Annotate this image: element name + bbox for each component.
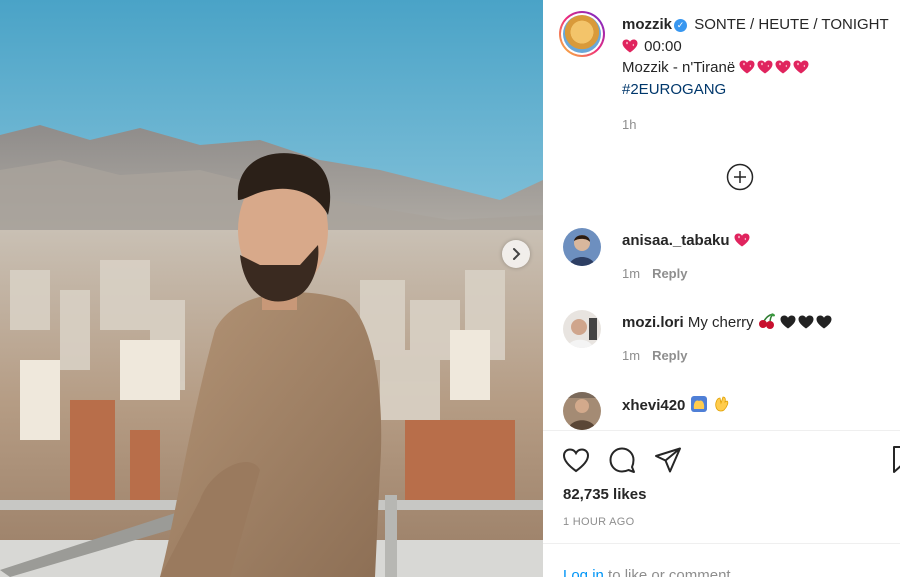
comment-item: anisaa._tabaku 1m Reply xyxy=(543,228,900,298)
sparkling-heart-icon xyxy=(757,60,773,74)
waving-hand-icon xyxy=(715,396,728,412)
commenter-avatar[interactable] xyxy=(563,392,601,430)
plus-circle-icon[interactable] xyxy=(726,163,754,191)
login-link[interactable]: Log in xyxy=(563,567,604,577)
author-avatar[interactable] xyxy=(559,11,605,57)
commenter-username[interactable]: anisaa._tabaku xyxy=(622,232,730,249)
post-timestamp: 1 HOUR AGO xyxy=(563,516,635,528)
comment-time: 1m xyxy=(622,266,641,281)
comment-text: mozi.lori My cherry xyxy=(622,313,834,333)
verified-badge-icon: ✓ xyxy=(674,19,688,32)
hashtag-link[interactable]: #2EUROGANG xyxy=(622,81,726,98)
post-caption: mozzik ✓ SONTE / HEUTE / TONIGHT 00:00 Mo… xyxy=(622,14,900,100)
reply-button[interactable]: Reply xyxy=(652,266,687,281)
sparkling-heart-icon xyxy=(739,60,755,74)
comment-item: mozi.lori My cherry 1m Reply xyxy=(543,310,900,380)
cherries-icon xyxy=(758,313,775,329)
reply-button[interactable]: Reply xyxy=(652,348,687,363)
commenter-avatar[interactable] xyxy=(563,228,601,266)
likes-count[interactable]: 82,735 likes xyxy=(563,486,646,503)
raised-hands-icon xyxy=(690,396,707,412)
black-heart-icon xyxy=(798,315,814,329)
sparkling-heart-icon xyxy=(734,233,750,247)
next-photo-button[interactable] xyxy=(502,240,530,268)
paper-plane-icon[interactable] xyxy=(653,445,683,475)
comment-item: xhevi420 xyxy=(543,392,900,430)
chevron-right-icon xyxy=(513,248,521,260)
post-actions: 82,735 likes 1 HOUR AGO Log in to like o… xyxy=(543,430,900,577)
commenter-username[interactable]: xhevi420 xyxy=(622,397,685,414)
comment-time: 1m xyxy=(622,348,641,363)
black-heart-icon xyxy=(816,315,832,329)
sparkling-heart-icon xyxy=(622,39,638,53)
login-prompt: Log in to like or comment. xyxy=(543,543,900,577)
heart-outline-icon[interactable] xyxy=(561,445,591,475)
comments-scroll-area[interactable]: mozzik ✓ SONTE / HEUTE / TONIGHT 00:00 Mo… xyxy=(543,0,900,430)
login-suffix: to like or comment. xyxy=(603,567,735,577)
comment-text: anisaa._tabaku xyxy=(622,231,752,251)
comment-body: My cherry xyxy=(687,314,754,331)
comment-meta: 1m Reply xyxy=(622,348,687,363)
author-username[interactable]: mozzik xyxy=(622,16,672,33)
commenter-username[interactable]: mozi.lori xyxy=(622,314,684,331)
commenter-avatar[interactable] xyxy=(563,310,601,348)
comment-text: xhevi420 xyxy=(622,395,730,416)
post-image xyxy=(0,0,543,577)
speech-bubble-icon[interactable] xyxy=(607,445,637,475)
caption-line-1: SONTE / HEUTE / TONIGHT xyxy=(694,16,889,33)
sparkling-heart-icon xyxy=(793,60,809,74)
bookmark-icon[interactable] xyxy=(892,445,900,475)
sparkling-heart-icon xyxy=(775,60,791,74)
comment-meta: 1m Reply xyxy=(622,266,687,281)
black-heart-icon xyxy=(780,315,796,329)
caption-time: 00:00 xyxy=(644,37,682,55)
caption-timestamp: 1h xyxy=(622,117,637,132)
caption-line-3: Mozzik - n'Tiranë xyxy=(622,59,736,76)
post-photo[interactable] xyxy=(0,0,543,577)
post-side-panel: mozzik ✓ SONTE / HEUTE / TONIGHT 00:00 Mo… xyxy=(543,0,900,577)
